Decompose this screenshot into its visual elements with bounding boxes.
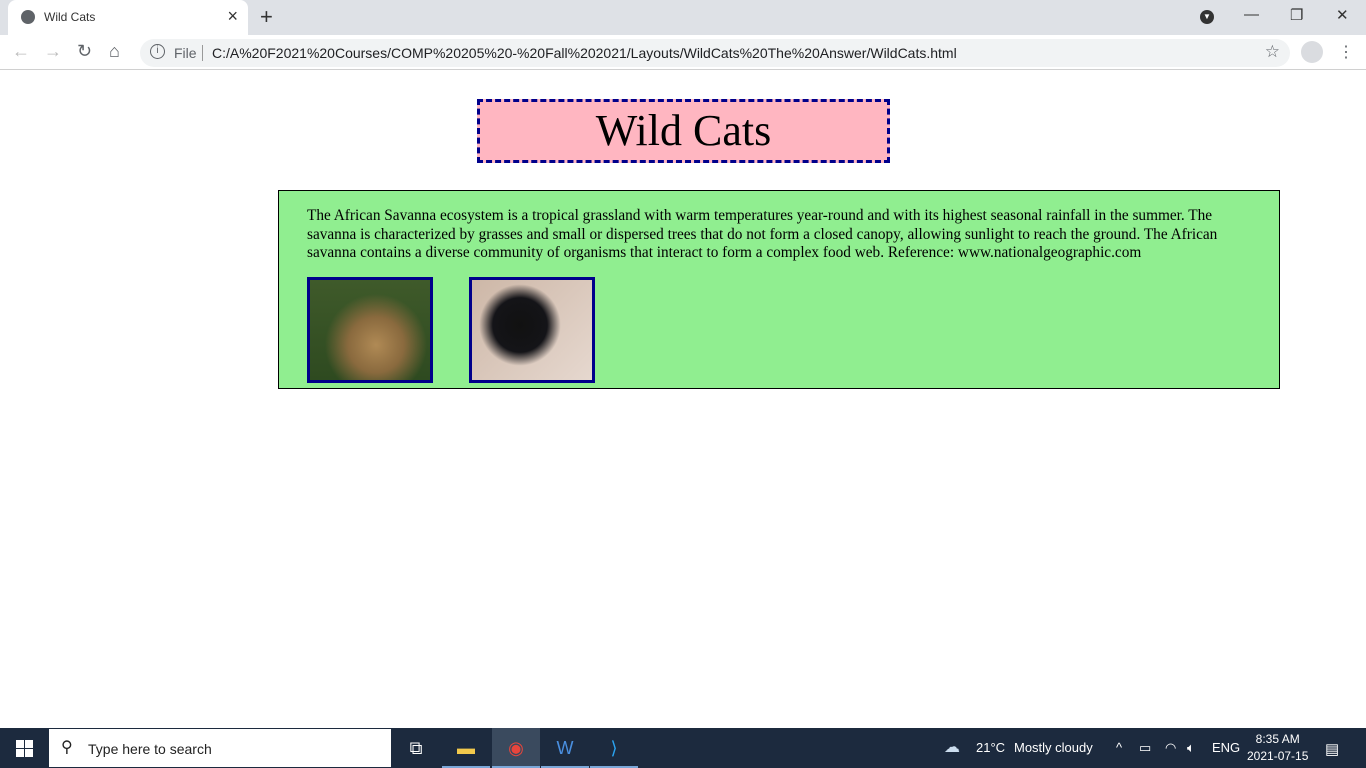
taskbar: ⚲ Type here to search ⧉ ▬ ◉ W ⟩ ☁ 21°C M… <box>0 728 1366 768</box>
notifications-icon[interactable]: ▤ <box>1325 740 1339 758</box>
time: 8:35 AM <box>1255 732 1300 746</box>
temperature[interactable]: 21°C <box>976 740 1005 755</box>
menu-kebab-icon[interactable]: ⋮ <box>1338 42 1354 62</box>
globe-icon <box>21 10 35 24</box>
address-bar[interactable]: i File C:/A%20F2021%20Courses/COMP%20205… <box>140 39 1290 67</box>
taskbar-search[interactable]: ⚲ Type here to search <box>49 729 391 767</box>
divider <box>202 45 203 61</box>
weather-text[interactable]: Mostly cloudy <box>1014 740 1093 755</box>
black-panther-image <box>469 277 595 383</box>
tab-wild-cats[interactable]: Wild Cats × <box>8 0 248 35</box>
new-tab-button[interactable]: + <box>260 4 273 30</box>
minimize-button[interactable]: — <box>1244 6 1259 23</box>
info-icon[interactable]: i <box>150 44 165 59</box>
volume-icon[interactable]: 🔈︎ <box>1187 740 1195 756</box>
file-label: File <box>174 45 197 61</box>
home-icon[interactable]: ⌂ <box>109 41 120 62</box>
battery-icon[interactable]: ▭ <box>1139 740 1151 756</box>
leopard-image <box>307 277 433 383</box>
search-placeholder: Type here to search <box>88 741 212 757</box>
tab-title: Wild Cats <box>44 10 96 24</box>
clock[interactable]: 8:35 AM 2021-07-15 <box>1247 731 1308 765</box>
profile-avatar-icon[interactable] <box>1301 41 1323 63</box>
vscode-icon[interactable]: ⟩ <box>590 728 638 768</box>
tab-search-icon[interactable]: ▼ <box>1200 10 1214 24</box>
windows-start-icon[interactable] <box>16 740 33 757</box>
date: 2021-07-15 <box>1247 749 1309 763</box>
close-window-button[interactable]: ✕ <box>1336 6 1349 24</box>
wifi-icon[interactable]: ◠ <box>1165 740 1176 756</box>
bookmark-star-icon[interactable]: ☆ <box>1265 42 1280 62</box>
restore-button[interactable]: ❐ <box>1290 6 1303 24</box>
back-icon[interactable]: ← <box>12 41 30 62</box>
url-text[interactable]: C:/A%20F2021%20Courses/COMP%20205%20-%20… <box>212 45 957 61</box>
savanna-section: The African Savanna ecosystem is a tropi… <box>278 190 1280 389</box>
close-tab-icon[interactable]: × <box>227 6 238 27</box>
page-title: Wild Cats <box>477 99 890 163</box>
search-icon: ⚲ <box>61 739 73 756</box>
forward-icon[interactable]: → <box>44 41 62 62</box>
show-hidden-icons-chevron-icon[interactable]: ^ <box>1116 740 1122 755</box>
tab-bar: Wild Cats × + ▼ — ❐ ✕ <box>0 0 1366 35</box>
file-explorer-icon[interactable]: ▬ <box>442 728 490 768</box>
chrome-icon[interactable]: ◉ <box>492 728 540 768</box>
weather-cloud-icon: ☁ <box>944 739 960 756</box>
word-icon[interactable]: W <box>541 728 589 768</box>
task-view-icon[interactable]: ⧉ <box>392 728 440 768</box>
language-indicator[interactable]: ENG <box>1212 740 1240 755</box>
reload-icon[interactable]: ↻ <box>77 41 92 62</box>
savanna-paragraph: The African Savanna ecosystem is a tropi… <box>307 207 1218 261</box>
browser-toolbar: ← → ↻ ⌂ i File C:/A%20F2021%20Courses/CO… <box>0 35 1366 70</box>
